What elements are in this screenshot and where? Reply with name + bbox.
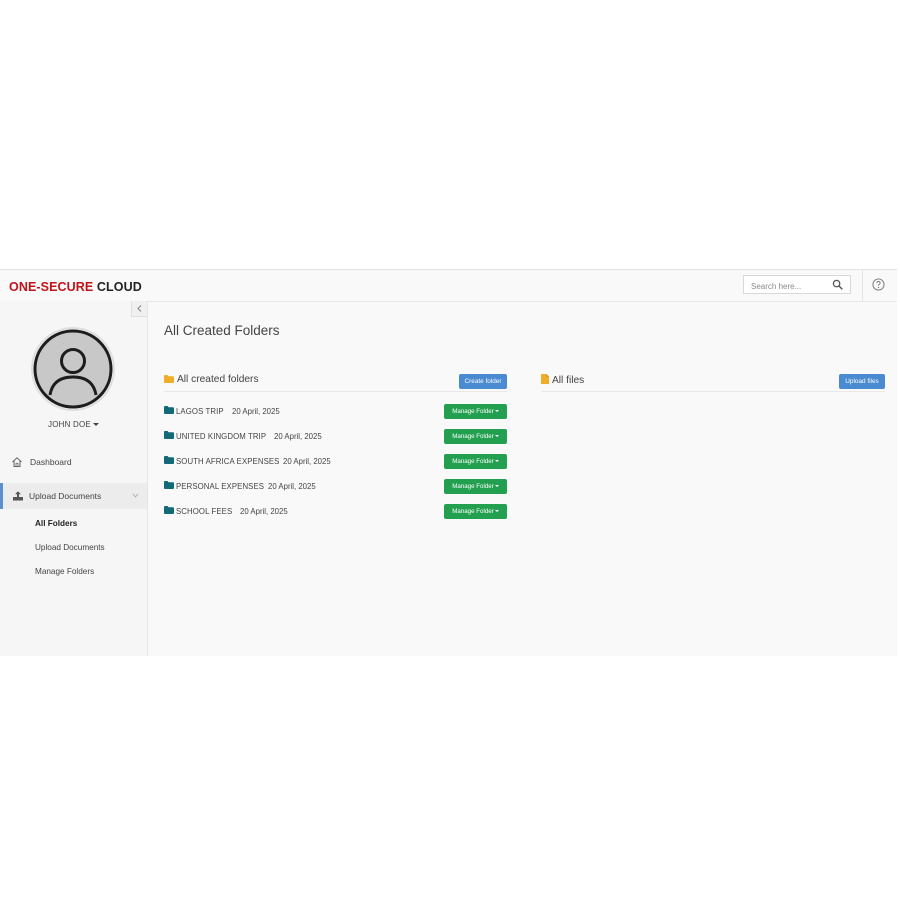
upload-icon [13,491,23,501]
manage-folder-label: Manage Folder [452,483,494,490]
sidebar-subitem-upload-documents[interactable]: Upload Documents [35,543,105,552]
chevron-left-icon [137,305,142,312]
caret-down-icon [494,485,499,488]
folder-name[interactable]: LAGOS TRIP [176,407,224,416]
user-name: JOHN DOE [48,420,91,429]
folder-date: 20 April, 2025 [232,407,280,416]
avatar[interactable] [31,327,115,411]
caret-down-icon [494,460,499,463]
top-header: ONE-SECURE CLOUD [0,270,897,302]
files-panel-title-text: All files [552,375,585,386]
sidebar-item-dashboard[interactable]: Dashboard [0,449,147,475]
sidebar: JOHN DOE Dashboard Upload Documents All … [0,301,148,656]
user-menu[interactable]: JOHN DOE [0,420,147,429]
folder-icon [164,375,174,383]
folder-date: 20 April, 2025 [240,507,288,516]
folder-icon [164,456,174,464]
manage-folder-button[interactable]: Manage Folder [444,429,507,444]
home-icon [12,457,22,467]
caret-down-icon [494,435,499,438]
sidebar-subitem-manage-folders[interactable]: Manage Folders [35,567,94,576]
folder-date: 20 April, 2025 [283,457,331,466]
manage-folder-button[interactable]: Manage Folder [444,504,507,519]
folder-row[interactable]: LAGOS TRIP 20 April, 2025 Manage Folder [164,404,508,420]
manage-folder-label: Manage Folder [452,508,494,515]
chevron-down-icon [132,493,139,498]
folder-name[interactable]: SCHOOL FEES [176,507,232,516]
help-icon[interactable] [872,278,885,291]
sidebar-item-label: Dashboard [30,457,72,467]
folder-date: 20 April, 2025 [274,432,322,441]
files-panel-title: All files [541,374,584,386]
create-folder-button[interactable]: Create folder [459,374,507,389]
page-title: All Created Folders [164,323,280,338]
folder-icon [164,506,174,514]
brand-logo[interactable]: ONE-SECURE CLOUD [9,280,142,294]
sidebar-item-label: Upload Documents [29,491,102,501]
folders-panel-title-text: All created folders [177,374,259,385]
sidebar-subitem-all-folders[interactable]: All Folders [35,519,77,528]
caret-down-icon [92,423,99,427]
folder-name[interactable]: SOUTH AFRICA EXPENSES [176,457,280,466]
folder-icon [164,406,174,414]
manage-folder-label: Manage Folder [452,458,494,465]
brand-name-part2: CLOUD [96,280,142,294]
caret-down-icon [494,410,499,413]
file-icon [541,374,549,384]
folders-panel-title: All created folders [164,374,259,385]
search-icon[interactable] [832,279,843,290]
manage-folder-button[interactable]: Manage Folder [444,404,507,419]
search-input[interactable] [744,278,831,295]
manage-folder-button[interactable]: Manage Folder [444,454,507,469]
upload-files-button[interactable]: Upload files [839,374,885,389]
manage-folder-label: Manage Folder [452,408,494,415]
brand-name-part1: ONE-SECURE [9,280,94,294]
folder-row[interactable]: SOUTH AFRICA EXPENSES 20 April, 2025 Man… [164,454,508,470]
folder-name[interactable]: PERSONAL EXPENSES [176,482,264,491]
header-divider [862,270,863,301]
folder-date: 20 April, 2025 [268,482,316,491]
sidebar-item-upload-documents[interactable]: Upload Documents [0,483,147,509]
folder-icon [164,431,174,439]
manage-folder-label: Manage Folder [452,433,494,440]
folder-row[interactable]: SCHOOL FEES 20 April, 2025 Manage Folder [164,504,508,520]
manage-folder-button[interactable]: Manage Folder [444,479,507,494]
folder-row[interactable]: UNITED KINGDOM TRIP 20 April, 2025 Manag… [164,429,508,445]
folder-icon [164,481,174,489]
folder-name[interactable]: UNITED KINGDOM TRIP [176,432,266,441]
sidebar-collapse-button[interactable] [131,301,147,317]
search-box [743,275,851,295]
folders-panel-divider [164,391,507,392]
app-window: ONE-SECURE CLOUD Search here... JOHN DOE… [0,269,897,656]
folder-row[interactable]: PERSONAL EXPENSES 20 April, 2025 Manage … [164,479,508,495]
caret-down-icon [494,510,499,513]
files-panel-divider [541,391,885,392]
